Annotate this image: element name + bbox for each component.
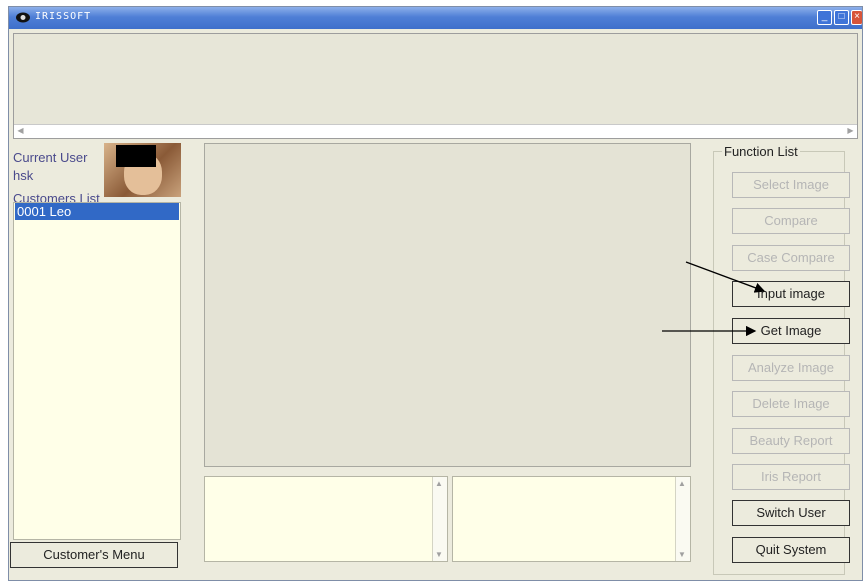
case-compare-button[interactable]: Case Compare <box>732 245 850 271</box>
get-image-button[interactable]: Get Image <box>732 318 850 344</box>
current-user-label: Current User <box>13 150 88 165</box>
customers-menu-button[interactable]: Customer's Menu <box>10 542 178 568</box>
title-bar[interactable]: IRISSOFT _ □ × <box>9 7 862 29</box>
vertical-scrollbar[interactable]: ▲ ▼ <box>432 477 447 561</box>
scroll-down-icon[interactable]: ▼ <box>435 550 443 559</box>
list-item[interactable]: 0001 Leo <box>15 203 179 220</box>
notes-box-right[interactable]: ▲ ▼ <box>452 476 691 562</box>
delete-image-button[interactable]: Delete Image <box>732 391 850 417</box>
input-image-button[interactable]: Input image <box>732 281 850 307</box>
switch-user-button[interactable]: Switch User <box>732 500 850 526</box>
select-image-button[interactable]: Select Image <box>732 172 850 198</box>
scroll-right-icon[interactable]: ▶ <box>845 126 856 136</box>
user-photo <box>104 143 181 197</box>
close-button[interactable]: × <box>851 10 862 25</box>
compare-button[interactable]: Compare <box>732 208 850 234</box>
maximize-button[interactable]: □ <box>834 10 849 25</box>
window-title: IRISSOFT <box>35 11 92 22</box>
iris-report-button[interactable]: Iris Report <box>732 464 850 490</box>
beauty-report-button[interactable]: Beauty Report <box>732 428 850 454</box>
horizontal-scrollbar[interactable]: ◀ ▶ <box>14 124 857 138</box>
function-list-title: Function List <box>722 144 800 159</box>
minimize-button[interactable]: _ <box>817 10 832 25</box>
notes-box-left[interactable]: ▲ ▼ <box>204 476 448 562</box>
customers-list[interactable]: 0001 Leo <box>13 202 181 540</box>
scroll-left-icon[interactable]: ◀ <box>15 126 26 136</box>
redaction-bar <box>116 145 156 167</box>
image-display-panel <box>204 143 691 467</box>
top-panel: ◀ ▶ <box>13 33 858 139</box>
analyze-image-button[interactable]: Analyze Image <box>732 355 850 381</box>
scroll-up-icon[interactable]: ▲ <box>678 479 686 488</box>
current-user-value: hsk <box>13 168 34 183</box>
scroll-down-icon[interactable]: ▼ <box>678 550 686 559</box>
app-logo-icon <box>16 12 30 23</box>
scroll-up-icon[interactable]: ▲ <box>435 479 443 488</box>
vertical-scrollbar[interactable]: ▲ ▼ <box>675 477 690 561</box>
quit-system-button[interactable]: Quit System <box>732 537 850 563</box>
